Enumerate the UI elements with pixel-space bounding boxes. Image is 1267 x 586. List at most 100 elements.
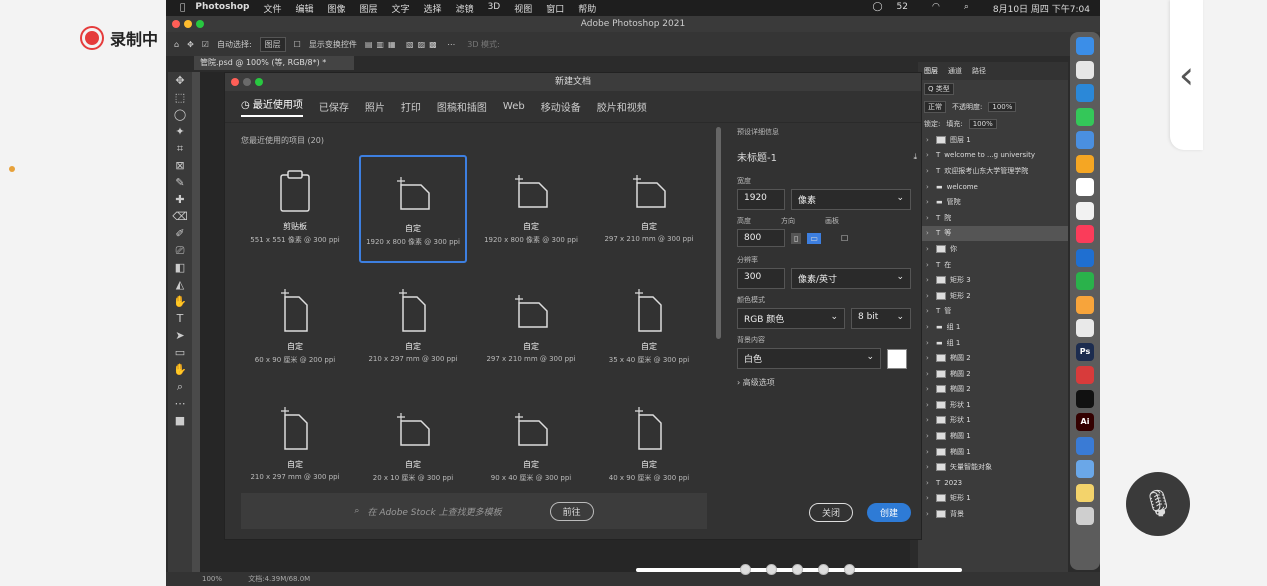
tool-icon[interactable]: ✐ [168, 225, 192, 242]
preset-tab[interactable]: 打印 [401, 99, 421, 114]
mute-mic-button[interactable]: 🎙 [1126, 472, 1190, 536]
dialog-close-dot[interactable] [231, 78, 239, 86]
layer-row[interactable]: › 矩形 2 [918, 288, 1068, 304]
preset-tab[interactable]: ◷ 最近使用项 [241, 96, 303, 117]
preset-tab[interactable]: 图稿和插图 [437, 99, 487, 114]
page-dot[interactable] [844, 564, 855, 575]
dock-app-pages-icon[interactable] [1076, 295, 1094, 314]
expand-icon[interactable]: › [926, 448, 932, 456]
grid-scrollbar[interactable] [716, 127, 721, 339]
panel-tab[interactable]: 通道 [948, 66, 962, 76]
expand-icon[interactable]: › [926, 370, 932, 378]
expand-icon[interactable]: › [926, 167, 932, 175]
expand-icon[interactable]: › [926, 276, 932, 284]
dialog-zoom-dot[interactable] [255, 78, 263, 86]
preset-tile[interactable]: 自定 297 x 210 mm @ 300 ppi [477, 275, 585, 383]
dock-app-numbers-icon[interactable] [1076, 272, 1094, 290]
expand-icon[interactable]: › [926, 339, 932, 347]
menu-item-2[interactable]: 编辑 [295, 2, 313, 15]
expand-icon[interactable]: › [926, 354, 932, 362]
expand-icon[interactable]: › [926, 214, 932, 222]
preset-tile[interactable]: 自定 1920 x 800 像素 @ 300 ppi [359, 155, 467, 263]
dock-app-notes-icon[interactable] [1076, 483, 1094, 502]
dock-app-preview-icon[interactable] [1076, 460, 1094, 478]
layer-row[interactable]: › 矩形 3 [918, 272, 1068, 288]
show-transform-checkbox[interactable]: ☐ [294, 40, 301, 49]
layer-row[interactable]: › T 在 [918, 257, 1068, 273]
preset-tile[interactable]: 自定 1920 x 800 像素 @ 300 ppi [477, 155, 585, 263]
dock-app-chrome-icon[interactable] [1076, 319, 1094, 337]
dock-app-ps-icon[interactable]: Ps [1076, 342, 1094, 361]
expand-icon[interactable]: › [926, 307, 932, 315]
layer-row[interactable]: › 矢量智能对象 [918, 459, 1068, 475]
layer-row[interactable]: › 形状 1 [918, 397, 1068, 413]
dock-app-photos-icon[interactable] [1076, 154, 1094, 173]
tool-icon[interactable]: ⬚ [168, 89, 192, 106]
layer-row[interactable]: › 矩形 1 [918, 491, 1068, 507]
fill-input[interactable]: 100% [968, 119, 997, 129]
document-tab[interactable]: 管院.psd @ 100% (等, RGB/8*) * [194, 56, 354, 70]
tool-icon[interactable]: ◭ [168, 276, 192, 293]
menu-item-0[interactable]: Photoshop [195, 2, 249, 15]
minimize-window-button[interactable] [184, 20, 192, 28]
zoom-status-icon[interactable]: ◯ 52 [872, 2, 908, 15]
collapse-panel-button[interactable]: ‹ [1170, 0, 1203, 150]
apple-icon[interactable]:  [180, 3, 185, 13]
blend-mode-select[interactable]: 正常 [924, 101, 946, 113]
datetime[interactable]: 8月10日 周四 下午7:04 [993, 2, 1090, 15]
search-icon[interactable]: ⌕ [964, 2, 969, 15]
expand-icon[interactable]: › [926, 323, 932, 331]
background-color-swatch[interactable] [887, 348, 907, 369]
preset-tab[interactable]: 已保存 [319, 99, 349, 114]
menu-item-3[interactable]: 图像 [328, 2, 346, 15]
layer-row[interactable]: › 椭圆 1 [918, 444, 1068, 460]
preset-tile[interactable]: 自定 40 x 90 厘米 @ 300 ppi [595, 393, 703, 501]
expand-icon[interactable]: › [926, 494, 932, 502]
preset-tile[interactable]: 自定 210 x 297 mm @ 300 ppi [359, 275, 467, 383]
layer-row[interactable]: › 椭圆 2 [918, 382, 1068, 398]
align-icons[interactable]: ▤▥▦ ▧▨▩ ⋯ [365, 40, 459, 49]
color-mode-select[interactable]: RGB 颜色 ⌄ [737, 308, 845, 329]
dock-app-calendar-icon[interactable] [1076, 178, 1094, 196]
layer-row[interactable]: › Twelcome to ...g university [918, 148, 1068, 164]
save-preset-icon[interactable]: ⤓ [913, 152, 917, 162]
tool-icon[interactable]: ■ [168, 412, 192, 429]
expand-icon[interactable]: › [926, 245, 932, 253]
unit-select[interactable]: 像素 ⌄ [791, 189, 911, 210]
preset-tab[interactable]: 胶片和视频 [597, 99, 647, 114]
tool-icon[interactable]: ⌕ [168, 378, 192, 395]
resolution-unit-select[interactable]: 像素/英寸 ⌄ [791, 268, 911, 289]
width-input[interactable]: 1920 [737, 189, 785, 210]
expand-icon[interactable]: › [926, 261, 932, 269]
expand-icon[interactable]: › [926, 463, 932, 471]
layer-row[interactable]: › 图层 1 [918, 132, 1068, 148]
preset-tile[interactable]: 自定 35 x 40 厘米 @ 300 ppi [595, 275, 703, 383]
height-input[interactable]: 800 [737, 229, 785, 247]
resolution-input[interactable]: 300 [737, 268, 785, 289]
layer-row[interactable]: › T 院 [918, 210, 1068, 226]
tool-icon[interactable]: ◧ [168, 259, 192, 276]
menu-item-5[interactable]: 文字 [392, 2, 410, 15]
landscape-icon[interactable]: ▭ [807, 232, 821, 244]
artboard-checkbox[interactable]: ☐ [841, 234, 848, 243]
create-button[interactable]: 创建 [867, 503, 912, 522]
menu-item-7[interactable]: 滤镜 [456, 2, 474, 15]
stock-go-button[interactable]: 前往 [549, 501, 594, 521]
dock-app-mail-icon[interactable] [1076, 131, 1094, 149]
move-tool-icon[interactable]: ✥ [187, 40, 194, 49]
tool-icon[interactable]: ✎ [168, 174, 192, 191]
menu-item-1[interactable]: 文件 [263, 2, 281, 15]
zoom-level[interactable]: 100% [202, 575, 222, 583]
dock-app-wps-icon[interactable] [1076, 366, 1094, 384]
layer-row[interactable]: › T 欢迎报考山东大学管理学院 [918, 163, 1068, 179]
layer-row[interactable]: › ▬ welcome [918, 179, 1068, 195]
expand-icon[interactable]: › [926, 229, 932, 237]
menu-item-4[interactable]: 图层 [360, 2, 378, 15]
tool-icon[interactable]: ✋ [168, 361, 192, 378]
close-button[interactable]: 关闭 [809, 503, 854, 522]
page-dot[interactable] [792, 564, 803, 575]
expand-icon[interactable]: › [926, 136, 932, 144]
page-dot[interactable] [818, 564, 829, 575]
menu-item-11[interactable]: 帮助 [578, 2, 596, 15]
expand-icon[interactable]: › [926, 292, 932, 300]
